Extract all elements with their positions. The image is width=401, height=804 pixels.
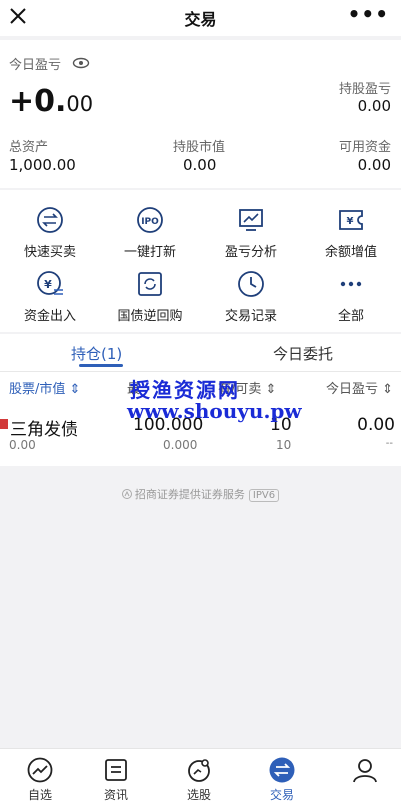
nav-stock-picker[interactable]: 选股 [159,749,239,804]
broker-logo-icon [121,489,132,499]
bottom-navigation: 自选 资讯 选股 交易 [0,748,401,804]
profile-icon [353,759,377,783]
shortcut-label: 一键打新 [123,245,176,260]
clock-icon [238,271,264,297]
broker-note: 招商证券提供证券服务 IPV6 [0,486,401,502]
stock-today-pnl: 0.00 [357,415,395,435]
column-header-today-pnl[interactable]: 今日盈亏 ⇕ [326,378,393,397]
holding-pnl-label: 持股盈亏 [338,82,391,97]
nav-watchlist[interactable]: 自选 [0,749,80,804]
nav-label: 自选 [27,788,52,802]
stock-market-value: 0.00 [9,438,36,452]
available-funds-label: 可用资金 [338,140,391,155]
holding-pnl-value: 0.00 [357,97,391,115]
column-header-stock[interactable]: 股票/市值 ⇕ [9,378,80,397]
today-pnl-label: 今日盈亏 [9,58,62,73]
trend-icon [27,757,53,783]
positions-table: 股票/市值 ⇕ 最 有/可卖 ⇕ 今日盈亏 ⇕ 三角发债 0.00 100.00… [0,372,401,466]
market-value-value: 0.00 [183,156,217,174]
shortcut-label: 资金出入 [23,309,76,324]
stock-cost: 0.000 [163,438,198,452]
pick-icon [188,759,210,782]
watermark-url: www.shouyu.pw [127,399,302,423]
stock-name: 三角发债 [10,420,78,440]
shortcut-trade-history[interactable]: 交易记录 [201,262,301,324]
total-assets-label: 总资产 [9,140,49,155]
shortcut-ipo[interactable]: IPO 一键打新 [100,198,200,260]
shortcut-label: 余额增值 [324,245,377,260]
nav-profile[interactable] [325,749,401,804]
tab-positions[interactable]: 持仓(1) [71,343,122,364]
trade-icon [269,757,295,783]
tab-today-orders[interactable]: 今日委托 [273,343,333,364]
broker-note-text: 招商证券提供证券服务 [134,488,245,501]
shortcut-label: 快速买卖 [23,245,76,260]
account-summary: 今日盈亏 +0.00 持股盈亏 0.00 总资产 1,000.00 持股市值 0… [0,40,401,188]
nav-label: 选股 [186,788,211,802]
svg-text:IPO: IPO [141,217,159,227]
stock-today-pnl-sub: -- [385,438,393,449]
shortcut-balance-growth[interactable]: ¥ 余额增值 [301,198,401,260]
market-value-label: 持股市值 [173,140,226,155]
eye-icon[interactable] [72,56,90,70]
today-pnl-dec: 00 [66,92,94,116]
today-pnl-int: +0. [9,84,67,119]
available-funds-value: 0.00 [357,156,391,174]
svg-text:¥: ¥ [44,278,52,291]
repo-icon [138,272,162,296]
ipv6-badge: IPV6 [248,489,280,502]
news-icon [105,759,127,781]
shortcut-all[interactable]: 全部 [301,262,401,324]
more-menu-button[interactable]: ••• [348,2,389,26]
total-assets-value: 1,000.00 [9,156,76,174]
nav-trade[interactable]: 交易 [242,749,322,804]
shortcut-grid: 快速买卖 IPO 一键打新 盈亏分析 ¥ 余额增值 ¥ 资金出入 国债逆回购 交… [0,190,401,332]
active-tab-indicator [79,364,123,367]
shortcut-label: 盈亏分析 [224,245,277,260]
nav-news[interactable]: 资讯 [76,749,156,804]
shortcut-quick-trade[interactable]: 快速买卖 [0,198,100,260]
yen-transfer-icon: ¥ [37,271,63,295]
more-icon [340,281,362,287]
ipo-icon: IPO [137,207,163,233]
page-title: 交易 [184,10,217,29]
shortcut-pnl-analysis[interactable]: 盈亏分析 [201,198,301,260]
yen-ticket-icon: ¥ [339,210,363,230]
shortcut-funds-transfer[interactable]: ¥ 资金出入 [0,262,100,324]
shortcut-label: 国债逆回购 [117,309,183,324]
svg-text:¥: ¥ [347,216,354,227]
position-tabs: 持仓(1) 今日委托 [0,334,401,372]
bond-tag-icon [0,419,8,429]
swap-icon [37,207,63,233]
nav-label: 资讯 [103,788,128,802]
shortcut-label: 交易记录 [224,309,277,324]
shortcut-label: 全部 [337,309,364,324]
top-bar: 交易 ••• [0,0,401,36]
stock-available: 10 [276,438,292,452]
chart-icon [239,209,263,231]
today-pnl-value: +0.00 [9,84,93,122]
shortcut-repo[interactable]: 国债逆回购 [100,262,200,324]
nav-label: 交易 [269,788,294,802]
